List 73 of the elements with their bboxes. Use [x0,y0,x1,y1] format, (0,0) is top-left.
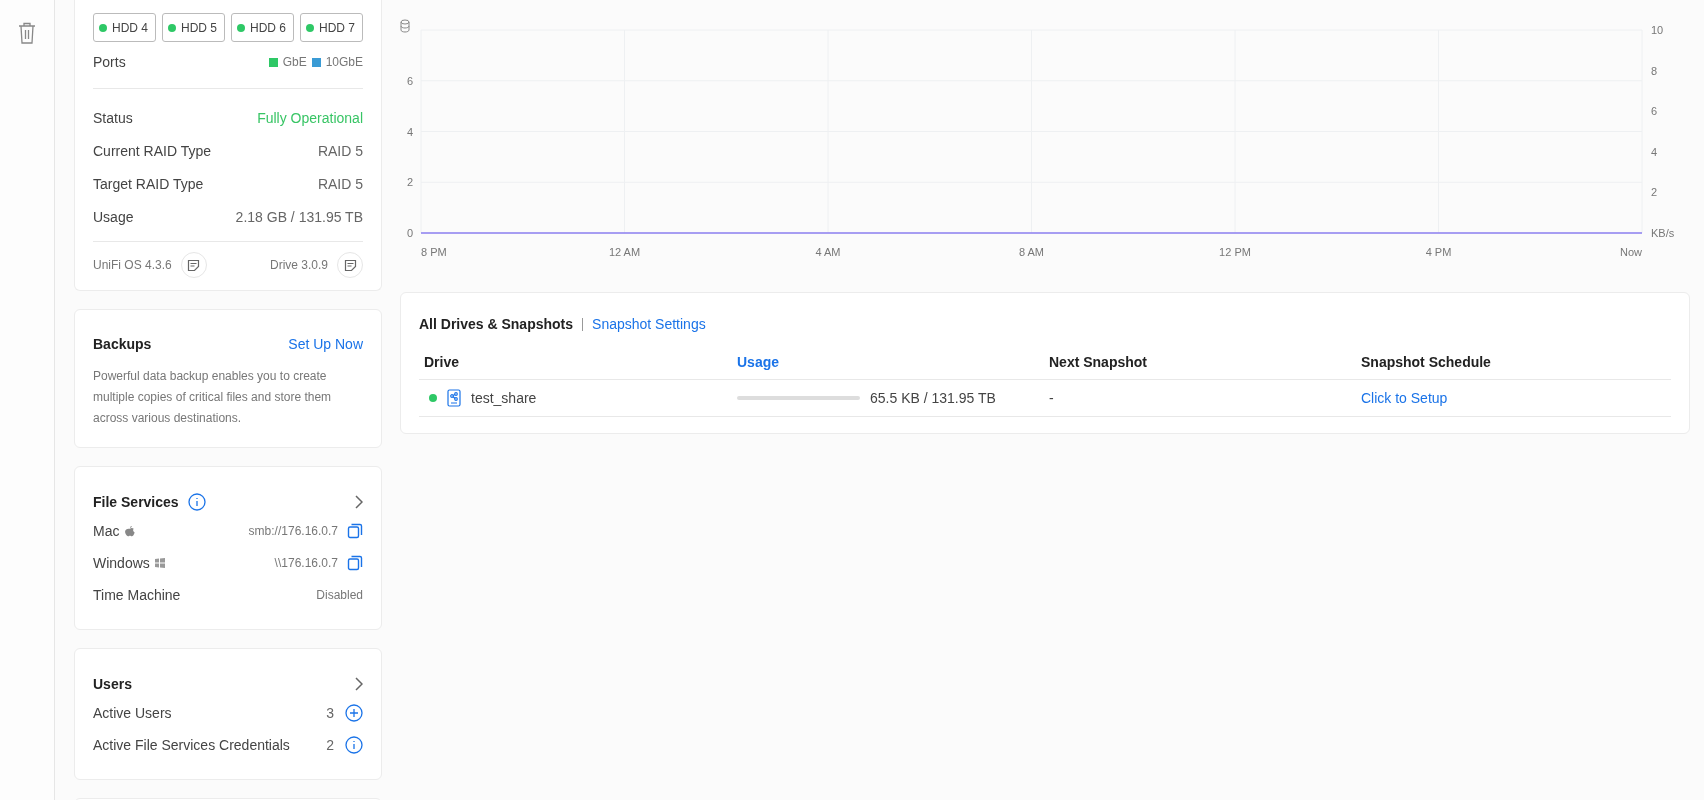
y-axis-label: 0 [406,227,414,239]
row-label: Target RAID Type [93,175,204,192]
view-tab[interactable]: All Drives & Snapshots [419,316,574,332]
x-axis-label: 8 AM [1018,246,1045,258]
x-axis-label: 4 PM [1425,246,1452,258]
row-label: Usage [93,208,134,225]
x-axis-label: 12 AM [608,246,641,258]
row-value: 2 [326,737,334,753]
row-label: Active File Services Credentials [93,737,290,753]
card-title: File Services [93,494,179,510]
drive-name: test_share [471,390,537,406]
column-header: Snapshot Schedule [1356,344,1671,380]
row-label: Ports [93,54,126,70]
y-axis-label: 2 [1651,186,1658,199]
card-title: Backups [93,336,152,352]
row-label: Windows [93,555,150,571]
apple-icon [124,524,137,538]
row-label: Current RAID Type [93,142,211,159]
disk-chip[interactable]: HDD 6 [231,13,294,42]
add-icon[interactable] [345,704,363,722]
windows-icon [154,558,165,568]
copy-icon[interactable] [347,523,363,539]
legend-label: 10GbE [325,55,363,69]
info-icon[interactable] [187,493,206,511]
x-axis-label: 4 AM [815,246,841,258]
y-axis-label: 8 [1651,64,1658,77]
x-axis-label: 8 PM [421,246,447,258]
column-header: Next Snapshot [1044,344,1356,380]
setup-link[interactable]: Click to Setup [1361,390,1448,406]
legend-label: GbE [282,55,307,69]
note-icon [187,258,201,272]
y-axis-label: 6 [406,74,414,87]
column-header: Drive [419,344,732,380]
setup-link[interactable]: Set Up Now [288,336,363,352]
x-axis-label: Now [1620,246,1642,258]
y-axis-label: 10 [1651,24,1664,36]
y-axis-label: 4 [1651,145,1658,158]
trash-icon[interactable] [18,22,36,44]
card-description: Powerful data backup enables you to create multiple copies of critical files and store them across various destinations. [93,368,333,427]
row-value: Fully Operational [257,109,363,126]
chevron-right-icon[interactable] [355,495,363,509]
row-value: 2.18 GB / 131.95 TB [235,208,363,225]
card-title: Users [93,676,132,692]
disk-chip[interactable]: HDD 4 [93,13,156,42]
version-label: UniFi OS 4.3.6 [93,258,172,272]
axis-unit: KB/s [1651,227,1675,239]
row-label: Active Users [93,705,172,721]
y-axis-label: 4 [406,125,414,138]
shared-drive-icon [447,389,461,407]
row-label: Status [93,109,133,126]
row-value: RAID 5 [317,175,363,192]
column-header[interactable]: Usage [732,344,1044,380]
chevron-right-icon[interactable] [355,677,363,691]
row-value: Disabled [316,588,363,602]
usage-value: 65.5 KB / 131.95 TB [870,390,996,406]
database-icon [400,19,410,33]
info-icon[interactable] [345,736,363,754]
y-axis-label: 6 [1651,105,1658,118]
row-label: Time Machine [93,587,181,603]
version-label: Drive 3.0.9 [269,258,328,272]
row-value: RAID 5 [317,142,363,159]
row-value: 3 [326,705,334,721]
table-cell: - [1044,380,1356,417]
disk-chip[interactable]: HDD 5 [162,13,225,42]
x-axis-label: 12 PM [1219,246,1251,258]
row-value: smb://176.16.0.7 [248,524,338,538]
y-axis-label: 2 [406,176,414,189]
note-icon [343,258,357,272]
copy-icon[interactable] [347,555,363,571]
view-tab[interactable]: Snapshot Settings [592,316,706,332]
disk-chip[interactable]: HDD 7 [300,13,363,42]
row-value: \\176.16.0.7 [274,556,338,570]
row-label: Mac [93,523,120,539]
